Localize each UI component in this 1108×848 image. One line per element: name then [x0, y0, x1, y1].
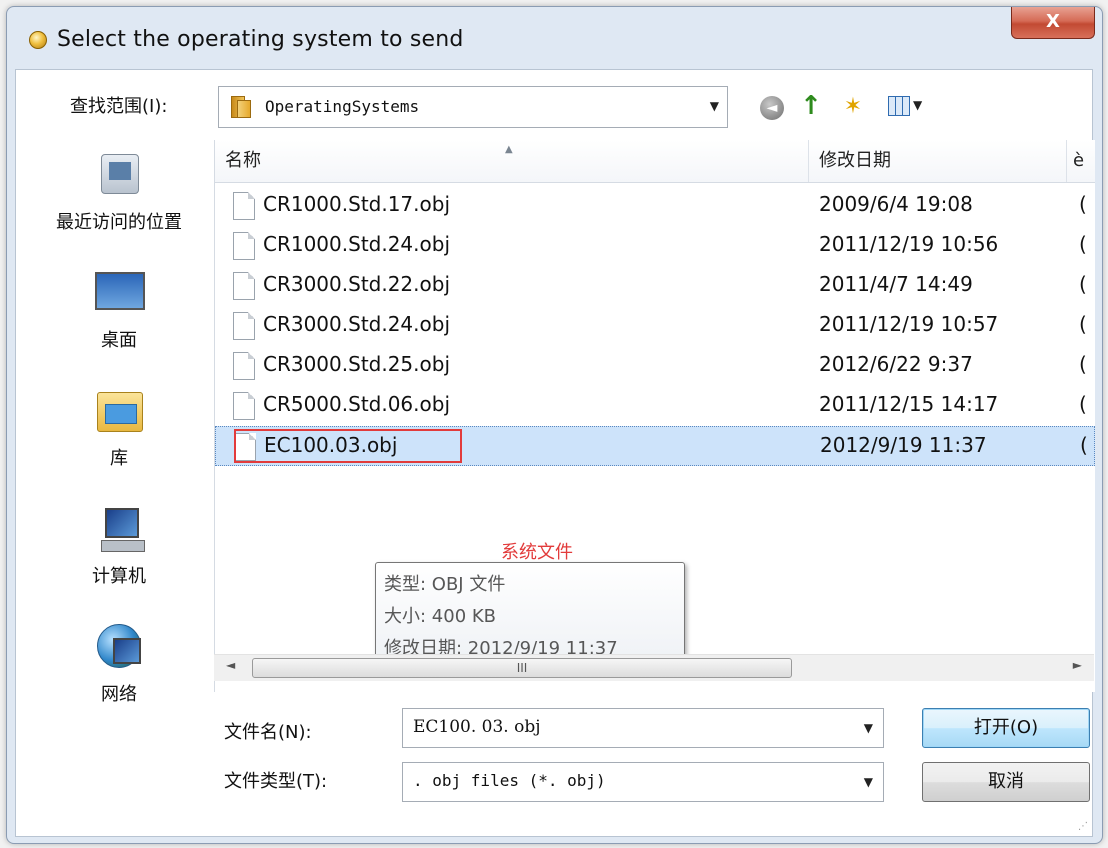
- filename-value: EC100. 03. obj: [413, 717, 541, 737]
- library-icon: [91, 386, 147, 438]
- file-list: 名称 ▲ 修改日期 è CR1000.Std.17.obj 2009/6/4 1…: [214, 140, 1095, 692]
- file-type: (: [1079, 232, 1087, 256]
- place-label: 桌面: [101, 330, 137, 351]
- table-row-selected[interactable]: EC100.03.obj 2012/9/19 11:37 (: [215, 426, 1095, 466]
- file-name: CR3000.Std.24.obj: [263, 312, 451, 336]
- look-in-label: 查找范围(I):: [70, 96, 168, 117]
- file-date: 2009/6/4 19:08: [819, 192, 973, 216]
- file-date: 2012/6/22 9:37: [819, 352, 973, 376]
- column-header-type[interactable]: è: [1067, 140, 1095, 182]
- file-name: CR3000.Std.25.obj: [263, 352, 451, 376]
- tooltip-type: 类型: OBJ 文件: [384, 574, 506, 595]
- computer-icon: [91, 504, 147, 556]
- file-icon: [233, 192, 255, 220]
- file-date: 2011/12/15 14:17: [819, 392, 999, 416]
- file-icon: [233, 272, 255, 300]
- window-title: Select the operating system to send: [57, 27, 464, 52]
- place-network[interactable]: 网络: [26, 622, 212, 706]
- annotation-label: 系统文件: [501, 542, 573, 563]
- table-row[interactable]: CR3000.Std.22.obj 2011/4/7 14:49 (: [215, 266, 1095, 306]
- place-library[interactable]: 库: [26, 386, 212, 470]
- file-open-dialog: Select the operating system to send X 查找…: [6, 6, 1103, 844]
- chevron-down-icon[interactable]: ▼: [864, 721, 873, 735]
- table-row[interactable]: CR3000.Std.25.obj 2012/6/22 9:37 (: [215, 346, 1095, 386]
- tooltip-size: 大小: 400 KB: [384, 606, 497, 627]
- file-date: 2012/9/19 11:37: [820, 433, 987, 457]
- place-label: 计算机: [92, 566, 146, 587]
- place-label: 最近访问的位置: [56, 212, 182, 233]
- app-icon: [29, 31, 47, 49]
- file-date: 2011/4/7 14:49: [819, 272, 973, 296]
- cancel-button[interactable]: 取消: [922, 762, 1090, 802]
- chevron-down-icon[interactable]: ▼: [864, 775, 873, 789]
- file-type: (: [1079, 272, 1087, 296]
- column-header-date[interactable]: 修改日期: [809, 140, 1067, 182]
- filename-label: 文件名(N):: [224, 722, 312, 743]
- chevron-down-icon: ▼: [709, 99, 719, 113]
- filetype-label: 文件类型(T):: [224, 771, 328, 792]
- place-label: 库: [110, 448, 128, 469]
- place-label: 网络: [101, 684, 137, 705]
- filetype-value: . obj files (*. obj): [413, 771, 606, 790]
- file-icon: [233, 352, 255, 380]
- file-icon: [233, 312, 255, 340]
- table-row[interactable]: CR1000.Std.17.obj 2009/6/4 19:08 (: [215, 186, 1095, 226]
- open-button[interactable]: 打开(O): [922, 708, 1090, 748]
- desktop-icon: [91, 268, 147, 320]
- place-computer[interactable]: 计算机: [26, 504, 212, 588]
- table-row[interactable]: CR5000.Std.06.obj 2011/12/15 14:17 (: [215, 386, 1095, 426]
- network-icon: [91, 622, 147, 674]
- scroll-right-icon[interactable]: ►: [1073, 658, 1082, 672]
- file-type: (: [1080, 433, 1088, 457]
- column-header-row: 名称 ▲ 修改日期 è: [215, 140, 1095, 183]
- title-bar: Select the operating system to send X: [7, 7, 1102, 69]
- look-in-value: OperatingSystems: [265, 97, 420, 116]
- table-row[interactable]: CR1000.Std.24.obj 2011/12/19 10:56 (: [215, 226, 1095, 266]
- filetype-dropdown[interactable]: . obj files (*. obj) ▼: [402, 762, 884, 802]
- place-desktop[interactable]: 桌面: [26, 268, 212, 352]
- up-folder-icon[interactable]: ↑: [796, 92, 826, 122]
- file-type: (: [1079, 392, 1087, 416]
- resize-grip-icon[interactable]: ⋰: [1078, 821, 1088, 832]
- file-name: CR3000.Std.22.obj: [263, 272, 451, 296]
- table-row[interactable]: CR3000.Std.24.obj 2011/12/19 10:57 (: [215, 306, 1095, 346]
- file-type: (: [1079, 192, 1087, 216]
- file-icon: [233, 392, 255, 420]
- back-icon[interactable]: ◄: [760, 96, 784, 120]
- highlight-box: [234, 429, 462, 463]
- file-date: 2011/12/19 10:56: [819, 232, 999, 256]
- file-name: CR1000.Std.17.obj: [263, 192, 451, 216]
- file-tooltip: 类型: OBJ 文件 大小: 400 KB 修改日期: 2012/9/19 11…: [375, 562, 685, 668]
- file-type: (: [1079, 312, 1087, 336]
- place-recent[interactable]: 最近访问的位置: [26, 150, 212, 234]
- scroll-left-icon[interactable]: ◄: [226, 658, 235, 672]
- recent-places-icon: [91, 150, 147, 202]
- views-icon[interactable]: ▼: [888, 93, 928, 121]
- horizontal-scrollbar[interactable]: ◄ III ►: [214, 654, 1094, 681]
- folder-icon: [231, 96, 253, 118]
- file-icon: [233, 232, 255, 260]
- new-folder-icon[interactable]: ✶: [836, 92, 870, 122]
- dialog-body: 查找范围(I): OperatingSystems ▼ ◄ ↑ ✶ ▼ 最近访问…: [15, 69, 1095, 837]
- file-date: 2011/12/19 10:57: [819, 312, 999, 336]
- sort-arrow-icon: ▲: [505, 144, 513, 155]
- places-bar: 最近访问的位置 桌面 库 计算机 网络: [26, 150, 212, 710]
- close-button[interactable]: X: [1011, 7, 1095, 39]
- scroll-thumb[interactable]: III: [252, 658, 792, 678]
- filename-field[interactable]: EC100. 03. obj ▼: [402, 708, 884, 748]
- file-name: CR1000.Std.24.obj: [263, 232, 451, 256]
- file-type: (: [1079, 352, 1087, 376]
- look-in-dropdown[interactable]: OperatingSystems ▼: [218, 86, 728, 128]
- close-icon: X: [1046, 11, 1060, 32]
- file-name: CR5000.Std.06.obj: [263, 392, 451, 416]
